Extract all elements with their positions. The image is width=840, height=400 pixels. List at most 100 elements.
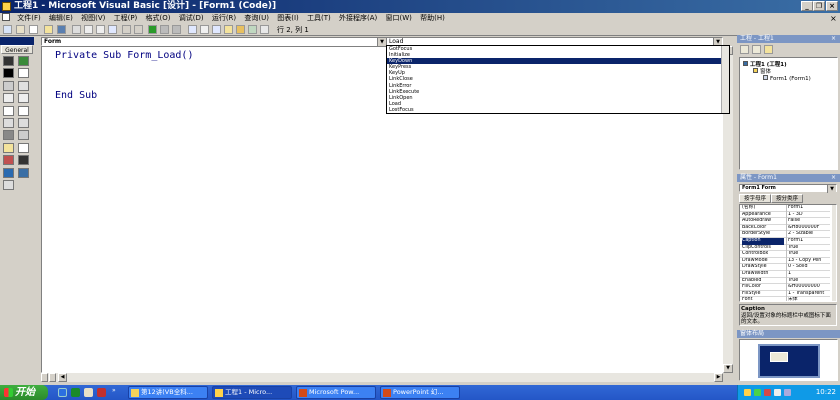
property-row[interactable]: Font 宋体 [740, 297, 830, 301]
form-layout-icon[interactable] [212, 25, 221, 34]
find-icon[interactable] [108, 25, 117, 34]
property-value[interactable]: &H8000000F [786, 224, 830, 232]
code-window-system-icon[interactable] [2, 13, 10, 21]
label-icon[interactable] [3, 68, 14, 79]
start-icon[interactable] [148, 25, 157, 34]
ie-quicklaunch-icon[interactable] [58, 388, 67, 397]
menu-help[interactable]: 帮助(H) [417, 13, 448, 24]
property-value[interactable]: False [786, 218, 830, 225]
toggle-folders-icon[interactable] [764, 45, 773, 54]
line-icon[interactable] [18, 155, 29, 166]
tray-icon[interactable] [764, 389, 771, 396]
listbox-icon[interactable] [18, 105, 29, 116]
tray-icon[interactable] [754, 389, 761, 396]
combobox-icon[interactable] [3, 105, 14, 116]
volume-icon[interactable] [774, 389, 781, 396]
menu-file[interactable]: 文件(F) [14, 13, 44, 24]
view-code-icon[interactable] [740, 45, 749, 54]
code-horizontal-scrollbar[interactable]: ◀ ▶ [41, 373, 723, 382]
property-value[interactable]: 1 [786, 271, 830, 278]
clock[interactable]: 10:22 [816, 385, 836, 400]
tab-categorized[interactable]: 按分类序 [771, 194, 803, 203]
app-quicklaunch-icon[interactable] [97, 388, 106, 397]
menu-editor-icon[interactable] [29, 25, 38, 34]
pointer-icon[interactable] [3, 56, 14, 66]
full-module-view-icon[interactable] [49, 373, 56, 382]
procedure-list-item[interactable]: MouseDown [387, 113, 729, 114]
menu-window[interactable]: 窗口(W) [382, 13, 414, 24]
network-icon[interactable] [784, 389, 791, 396]
undo-icon[interactable] [122, 25, 131, 34]
filelistbox-icon[interactable] [18, 142, 29, 153]
property-value[interactable]: 13 - Copy Pen [786, 257, 830, 265]
project-close-icon[interactable]: × [831, 35, 836, 43]
desktop-quicklaunch-icon[interactable] [84, 388, 93, 397]
object-combo[interactable]: Form ▼ [41, 37, 387, 46]
end-icon[interactable] [172, 25, 181, 34]
timer-icon[interactable] [3, 130, 14, 141]
property-row[interactable]: DrawStyle 0 - Solid [740, 264, 830, 271]
chevron-down-icon[interactable]: ▼ [377, 38, 386, 46]
property-row[interactable]: DrawMode 13 - Copy Pen [740, 257, 830, 265]
property-row[interactable]: (名称) Form1 [740, 205, 830, 212]
minimize-button[interactable]: _ [801, 1, 813, 11]
properties-close-icon[interactable]: × [831, 174, 836, 182]
property-row[interactable]: BackColor &H8000000F [740, 224, 830, 232]
paste-icon[interactable] [96, 25, 105, 34]
property-value[interactable]: &H00000000 [786, 284, 830, 291]
restore-button[interactable]: ❐ [813, 1, 825, 11]
break-icon[interactable] [160, 25, 169, 34]
toolbox-icon[interactable] [236, 25, 245, 34]
title-bar[interactable]: 工程1 - Microsoft Visual Basic [设计] - [For… [0, 0, 840, 13]
dirlistbox-icon[interactable] [3, 142, 14, 153]
property-row[interactable]: FillStyle 1 - Transparent [740, 290, 830, 298]
dropdown-scrollbar[interactable] [721, 46, 729, 113]
code-window-close-button[interactable]: × [830, 13, 837, 24]
tab-alphabetic[interactable]: 按字母序 [739, 194, 771, 203]
menu-edit[interactable]: 编辑(E) [46, 13, 76, 24]
property-row[interactable]: DrawWidth 1 [740, 271, 830, 278]
property-row[interactable]: Enabled True [740, 277, 830, 285]
menu-format[interactable]: 格式(O) [143, 13, 174, 24]
scroll-down-icon[interactable]: ▼ [723, 364, 733, 373]
frame-icon[interactable] [3, 80, 14, 91]
menu-tools[interactable]: 工具(T) [304, 13, 334, 24]
picturebox-icon[interactable] [18, 56, 29, 66]
property-row[interactable]: Appearance 1 - 3D [740, 211, 830, 219]
vb-app-icon[interactable] [2, 2, 11, 11]
copy-icon[interactable] [84, 25, 93, 34]
media-quicklaunch-icon[interactable] [71, 388, 80, 397]
hscrollbar-icon[interactable] [3, 118, 14, 128]
open-project-icon[interactable] [44, 25, 53, 34]
property-row[interactable]: Caption Form1 [740, 238, 830, 245]
quicklaunch-expand-icon[interactable]: » [112, 387, 116, 394]
procedure-view-icon[interactable] [41, 373, 48, 382]
shape-icon[interactable] [3, 155, 14, 166]
menu-view[interactable]: 视图(V) [78, 13, 108, 24]
close-button[interactable]: × [826, 1, 838, 11]
property-value[interactable]: 1 - 3D [786, 211, 830, 219]
view-object-icon[interactable] [752, 45, 761, 54]
property-value[interactable]: True [786, 251, 830, 258]
tray-icon[interactable] [744, 389, 751, 396]
data-view-icon[interactable] [248, 25, 257, 34]
property-row[interactable]: FillColor &H00000000 [740, 284, 830, 291]
menu-project[interactable]: 工程(P) [111, 13, 141, 24]
form-position-preview[interactable] [770, 352, 788, 362]
object-browser-icon[interactable] [224, 25, 233, 34]
taskbar-button[interactable]: 工程1 - Micro... [212, 386, 292, 399]
ole-icon[interactable] [3, 180, 14, 190]
image-icon[interactable] [3, 167, 14, 178]
add-form-icon[interactable] [16, 25, 25, 34]
property-value[interactable]: 2 - Sizable [786, 231, 830, 238]
vscrollbar-icon[interactable] [18, 118, 29, 128]
project-explorer-icon[interactable] [188, 25, 197, 34]
menu-debug[interactable]: 调试(D) [176, 13, 207, 24]
checkbox-icon[interactable] [3, 93, 14, 104]
taskbar-button[interactable]: PowerPoint 幻... [380, 386, 460, 399]
add-project-icon[interactable] [3, 25, 12, 34]
menu-query[interactable]: 查询(U) [241, 13, 272, 24]
optionbutton-icon[interactable] [18, 93, 29, 104]
properties-window-icon[interactable] [200, 25, 209, 34]
property-value[interactable]: 宋体 [786, 297, 830, 301]
